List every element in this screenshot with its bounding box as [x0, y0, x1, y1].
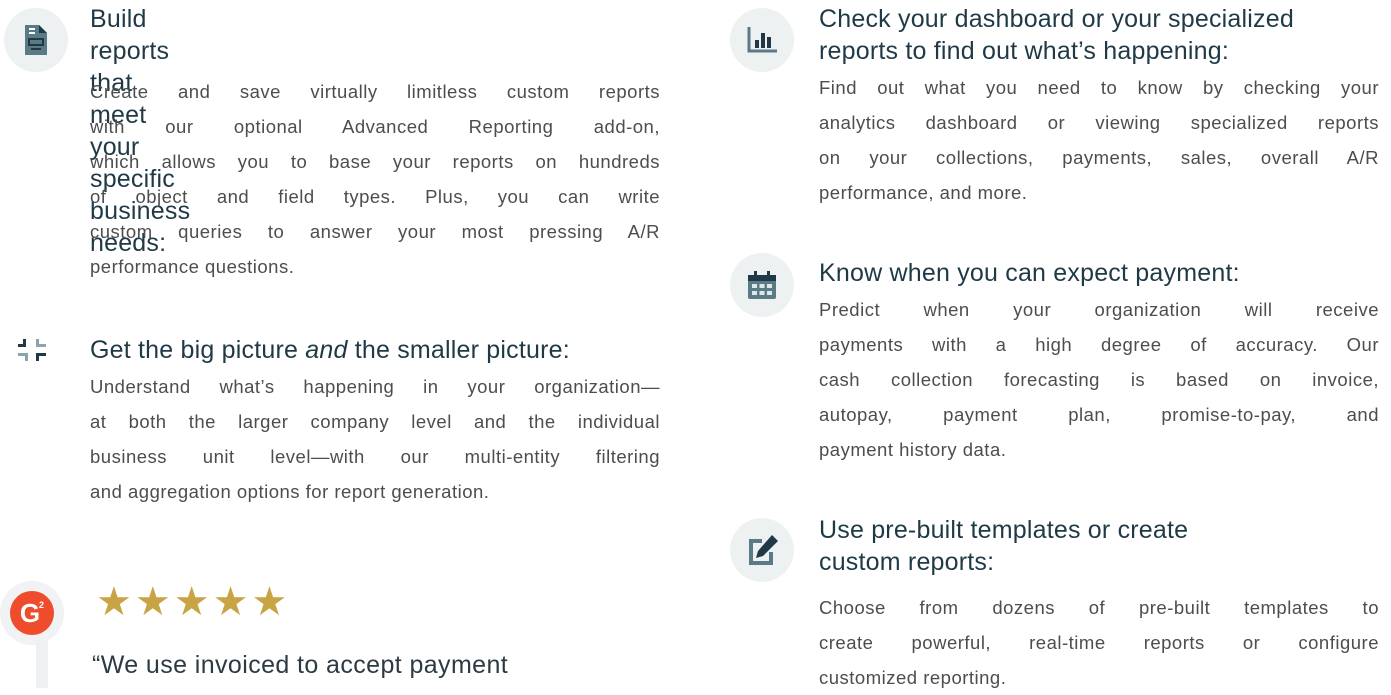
- body-line: custom queries to answer your most press…: [90, 221, 660, 242]
- document-icon: [4, 8, 68, 72]
- title-line: Know when you can expect payment:: [819, 259, 1240, 287]
- g2-logo-letter: G: [19, 598, 41, 628]
- feature-description: Understand what’s happening in your orga…: [90, 369, 660, 509]
- body-line: payments with a high degree of accuracy.…: [819, 334, 1379, 355]
- body-line: create powerful, real-time reports or co…: [819, 632, 1379, 653]
- feature-description: Predict when your organization will rece…: [819, 292, 1379, 467]
- body-line: Predict when your organization will rece…: [819, 299, 1379, 320]
- body-line: customized reporting.: [819, 667, 1007, 688]
- feature-title: Know when you can expect payment:: [819, 257, 1240, 289]
- star-icon: ★: [134, 580, 171, 624]
- feature-title: Use pre-built templates or create custom…: [819, 514, 1188, 578]
- title-part: Get the big picture: [90, 336, 306, 364]
- feature-title: Get the big picture and the smaller pict…: [90, 334, 570, 366]
- body-line: Understand what’s happening in your orga…: [90, 376, 660, 397]
- calendar-icon: [730, 253, 794, 317]
- title-line: custom reports:: [819, 548, 995, 576]
- body-line: autopay, payment plan, promise-to-pay, a…: [819, 404, 1379, 425]
- g2-logo-badge: G 2: [0, 581, 64, 645]
- body-line: on your collections, payments, sales, ov…: [819, 147, 1379, 168]
- feature-title: Check your dashboard or your specialized…: [819, 3, 1294, 67]
- body-line: Choose from dozens of pre-built template…: [819, 597, 1379, 618]
- title-line: reports to find out what’s happening:: [819, 37, 1229, 65]
- body-line: performance questions.: [90, 256, 295, 277]
- title-line: Use pre-built templates or create: [819, 516, 1189, 544]
- star-icon: ★: [173, 580, 210, 624]
- body-line: and aggregation options for report gener…: [90, 481, 490, 502]
- body-line: with our optional Advanced Reporting add…: [90, 116, 660, 137]
- body-line: Find out what you need to know by checki…: [819, 77, 1379, 98]
- feature-description: Find out what you need to know by checki…: [819, 70, 1379, 210]
- title-part: the smaller picture:: [347, 336, 570, 364]
- body-line: which allows you to base your reports on…: [90, 151, 660, 172]
- review-quote: “We use invoiced to accept payment: [92, 651, 509, 679]
- star-icon: ★: [251, 580, 288, 624]
- star-icon: ★: [96, 580, 132, 624]
- title-emphasis: and: [305, 336, 348, 364]
- feature-description: Choose from dozens of pre-built template…: [819, 590, 1379, 695]
- star-icon: ★: [212, 580, 249, 624]
- body-line: of object and field types. Plus, you can…: [90, 186, 660, 207]
- body-line: analytics dashboard or viewing specializ…: [819, 112, 1379, 133]
- quote-bar: [36, 640, 48, 688]
- g2-logo: G 2: [10, 591, 54, 635]
- compress-arrows-icon: [0, 318, 64, 382]
- title-line: Check your dashboard or your specialized: [819, 5, 1294, 33]
- edit-icon: [730, 518, 794, 582]
- body-line: cash collection forecasting is based on …: [819, 369, 1379, 390]
- g2-logo-superscript: 2: [38, 600, 44, 610]
- body-line: at both the larger company level and the…: [90, 411, 660, 432]
- body-line: Create and save virtually limitless cust…: [90, 81, 660, 102]
- feature-description: Create and save virtually limitless cust…: [90, 74, 660, 284]
- star-rating: ★ ★ ★ ★ ★: [96, 582, 287, 622]
- body-line: payment history data.: [819, 439, 1007, 460]
- bar-chart-icon: [730, 8, 794, 72]
- body-line: performance, and more.: [819, 182, 1028, 203]
- body-line: business unit level—with our multi-entit…: [90, 446, 660, 467]
